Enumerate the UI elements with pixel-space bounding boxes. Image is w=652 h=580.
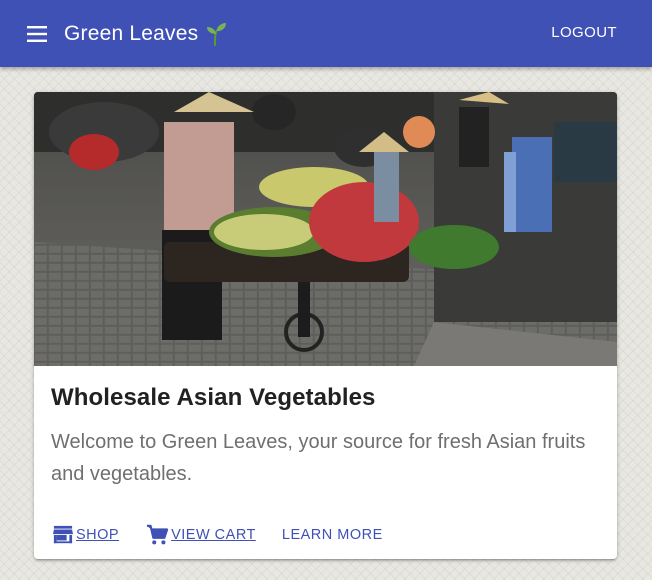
store-icon <box>52 525 74 545</box>
cart-icon <box>145 524 169 546</box>
shop-label: SHOP <box>76 527 120 543</box>
card-actions: SHOP VIEW CART LEARN MORE <box>52 522 409 548</box>
view-cart-button[interactable]: VIEW CART <box>145 524 256 546</box>
learn-more-label: LEARN MORE <box>281 527 383 543</box>
brand[interactable]: Green Leaves <box>64 20 228 48</box>
shop-button[interactable]: SHOP <box>52 525 119 545</box>
card-description: Welcome to Green Leaves, your source for… <box>51 431 586 485</box>
view-cart-label: VIEW CART <box>171 527 256 543</box>
card-title: Wholesale Asian Vegetables <box>51 384 376 411</box>
app-title: Green Leaves <box>64 22 199 45</box>
card-image <box>34 92 617 366</box>
product-card: Wholesale Asian Vegetables Welcome to Gr… <box>34 92 617 559</box>
logout-button[interactable]: LOGOUT <box>551 24 617 41</box>
menu-icon <box>27 26 47 42</box>
sprout-icon <box>204 22 228 46</box>
learn-more-button[interactable]: LEARN MORE <box>282 527 383 543</box>
menu-button[interactable] <box>22 22 54 46</box>
app-bar: Green Leaves LOGOUT <box>0 0 652 67</box>
